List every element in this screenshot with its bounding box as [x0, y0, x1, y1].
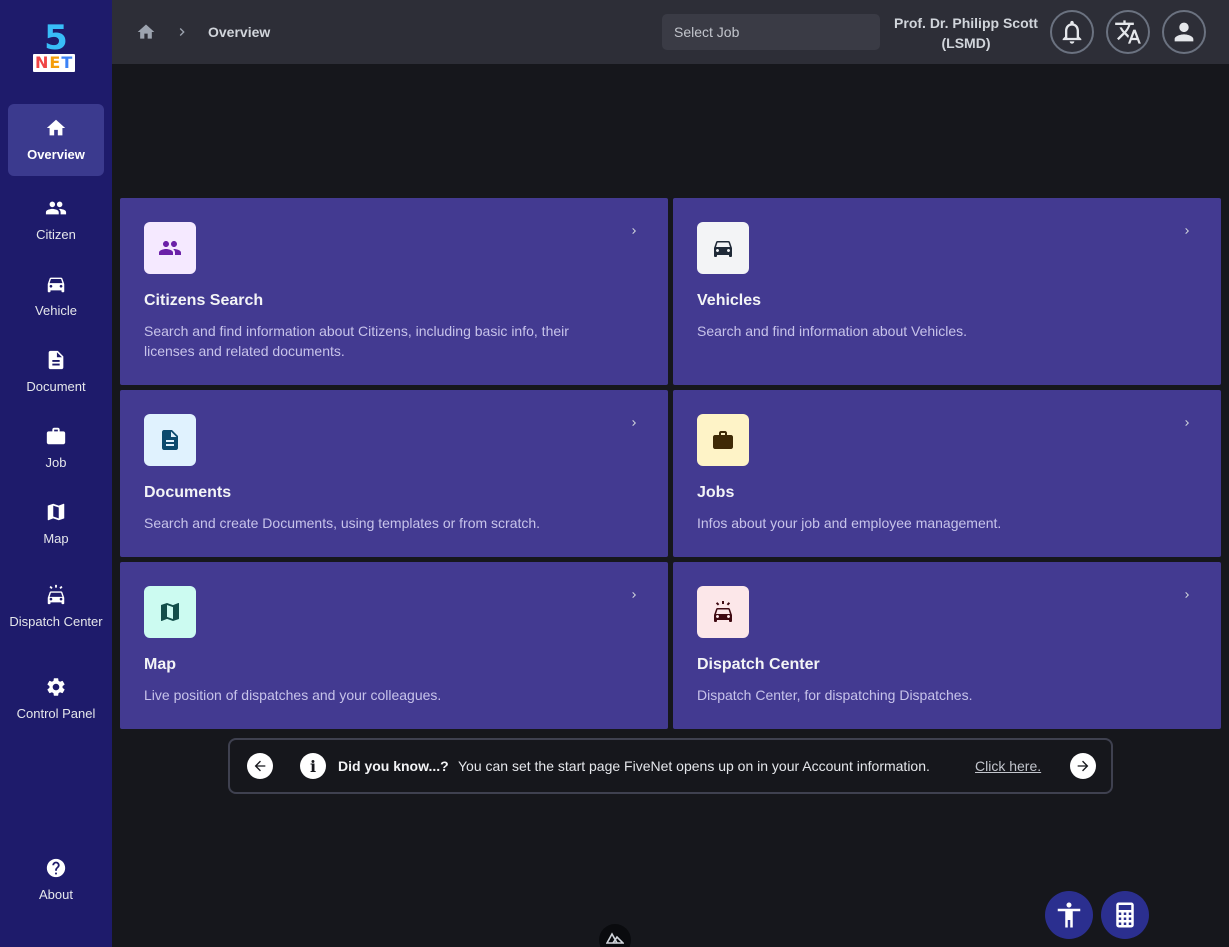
calculator-icon	[1116, 902, 1134, 928]
sidebar-item-label: About	[39, 887, 73, 902]
tip-link[interactable]: Click here.	[975, 758, 1041, 774]
tip-title: Did you know...?	[338, 758, 449, 774]
card-icon-box	[144, 586, 196, 638]
chevron-right-icon	[1185, 420, 1189, 426]
arrow-left-icon	[254, 760, 266, 772]
help-circle-icon	[46, 858, 66, 878]
card-jobs[interactable]: Jobs Infos about your job and employee m…	[673, 390, 1221, 557]
card-description: Dispatch Center, for dispatching Dispatc…	[697, 687, 973, 703]
home-icon	[46, 119, 66, 136]
car-emergency-icon	[714, 601, 732, 622]
logo-letter-n: N	[35, 53, 50, 72]
briefcase-icon	[46, 427, 66, 445]
car-icon	[47, 277, 65, 293]
card-map[interactable]: Map Live position of dispatches and your…	[120, 562, 668, 729]
card-documents[interactable]: Documents Search and create Documents, u…	[120, 390, 668, 557]
card-vehicles[interactable]: Vehicles Search and find information abo…	[673, 198, 1221, 385]
language-button[interactable]	[1106, 10, 1150, 54]
sidebar-item-label: Control Panel	[16, 706, 96, 721]
nuxt-icon	[606, 932, 624, 944]
chevron-right-icon	[1185, 228, 1189, 234]
accessibility-button[interactable]	[1045, 891, 1093, 939]
users-icon	[159, 241, 181, 255]
card-title: Map	[144, 656, 176, 673]
car-emergency-icon	[47, 584, 65, 605]
sidebar-item-label: Job	[45, 455, 67, 470]
sidebar-item-label: Dispatch Center	[9, 614, 103, 629]
document-icon	[162, 430, 178, 450]
chevron-right-icon	[632, 592, 636, 598]
gear-icon	[47, 678, 65, 696]
card-title: Citizens Search	[144, 292, 264, 309]
sidebar-item-label: Document	[26, 379, 86, 394]
document-icon	[48, 350, 64, 370]
devtools-button[interactable]	[599, 924, 631, 947]
app-logo[interactable]: 5 NET	[32, 20, 80, 72]
sidebar-item-about[interactable]: About	[8, 844, 104, 916]
sidebar-item-label: Vehicle	[35, 303, 77, 318]
account-button[interactable]	[1162, 10, 1206, 54]
sidebar-item-dispatch-center[interactable]: Dispatch Center	[8, 564, 104, 650]
card-citizens-search[interactable]: Citizens Search Search and find informat…	[120, 198, 668, 385]
sidebar: 5 NET Overview Citizen Vehicle Document …	[0, 0, 112, 947]
card-title: Dispatch Center	[697, 656, 820, 673]
card-icon-box	[144, 222, 196, 274]
sidebar-item-citizen[interactable]: Citizen	[8, 184, 104, 256]
tip-next-button[interactable]	[1070, 753, 1096, 779]
card-description: Search and find information about Citize…	[144, 323, 569, 359]
logo-digit: 5	[44, 18, 68, 58]
notifications-button[interactable]	[1050, 10, 1094, 54]
sidebar-item-document[interactable]: Document	[8, 336, 104, 408]
card-title: Documents	[144, 484, 232, 501]
card-icon-box	[697, 222, 749, 274]
card-description: Search and find information about Vehicl…	[697, 323, 968, 339]
card-description: Search and create Documents, using templ…	[144, 515, 541, 531]
card-icon-box	[144, 414, 196, 466]
card-title: Jobs	[697, 484, 735, 501]
sidebar-item-job[interactable]: Job	[8, 412, 104, 484]
card-dispatch-center[interactable]: Dispatch Center Dispatch Center, for dis…	[673, 562, 1221, 729]
calculator-button[interactable]	[1101, 891, 1149, 939]
sidebar-item-label: Overview	[27, 147, 85, 162]
info-icon: i	[300, 753, 326, 779]
map-icon	[47, 503, 65, 521]
sidebar-item-vehicle[interactable]: Vehicle	[8, 260, 104, 332]
tip-text: You can set the start page FiveNet opens…	[458, 758, 930, 774]
home-icon[interactable]	[136, 22, 156, 42]
car-icon	[714, 241, 732, 257]
chevron-right-icon	[179, 28, 185, 36]
chevron-right-icon	[632, 228, 636, 234]
chevron-right-icon	[632, 420, 636, 426]
user-name: Prof. Dr. Philipp Scott (LSMD)	[894, 15, 1038, 51]
sidebar-item-map[interactable]: Map	[8, 488, 104, 560]
card-title: Vehicles	[697, 292, 762, 309]
arrow-right-icon	[1077, 760, 1089, 772]
job-select[interactable]: Select Job	[662, 14, 880, 50]
translate-icon	[1115, 20, 1141, 44]
card-icon-box	[697, 414, 749, 466]
sidebar-item-label: Citizen	[36, 227, 76, 242]
chevron-right-icon	[1185, 592, 1189, 598]
users-icon	[45, 201, 67, 215]
logo-text: NET	[33, 53, 76, 72]
sidebar-item-label: Map	[43, 531, 69, 546]
tip-previous-button[interactable]	[247, 753, 273, 779]
sidebar-item-overview[interactable]: Overview	[8, 104, 104, 176]
card-description: Live position of dispatches and your col…	[144, 687, 442, 703]
tip-banner: i Did you know...? You can set the start…	[228, 738, 1113, 794]
accessibility-icon	[1057, 902, 1081, 928]
card-description: Infos about your job and employee manage…	[697, 515, 1002, 531]
logo-letter-e: E	[49, 53, 62, 72]
logo-letter-t: T	[61, 53, 74, 72]
sidebar-item-control-panel[interactable]: Control Panel	[8, 656, 104, 742]
user-icon	[1174, 22, 1194, 42]
bell-icon	[1062, 20, 1082, 44]
breadcrumb-current: Overview	[208, 24, 271, 40]
card-icon-box	[697, 586, 749, 638]
top-header: Overview Select Job Prof. Dr. Philipp Sc…	[112, 0, 1229, 64]
briefcase-icon	[713, 431, 733, 449]
map-icon	[161, 603, 179, 621]
